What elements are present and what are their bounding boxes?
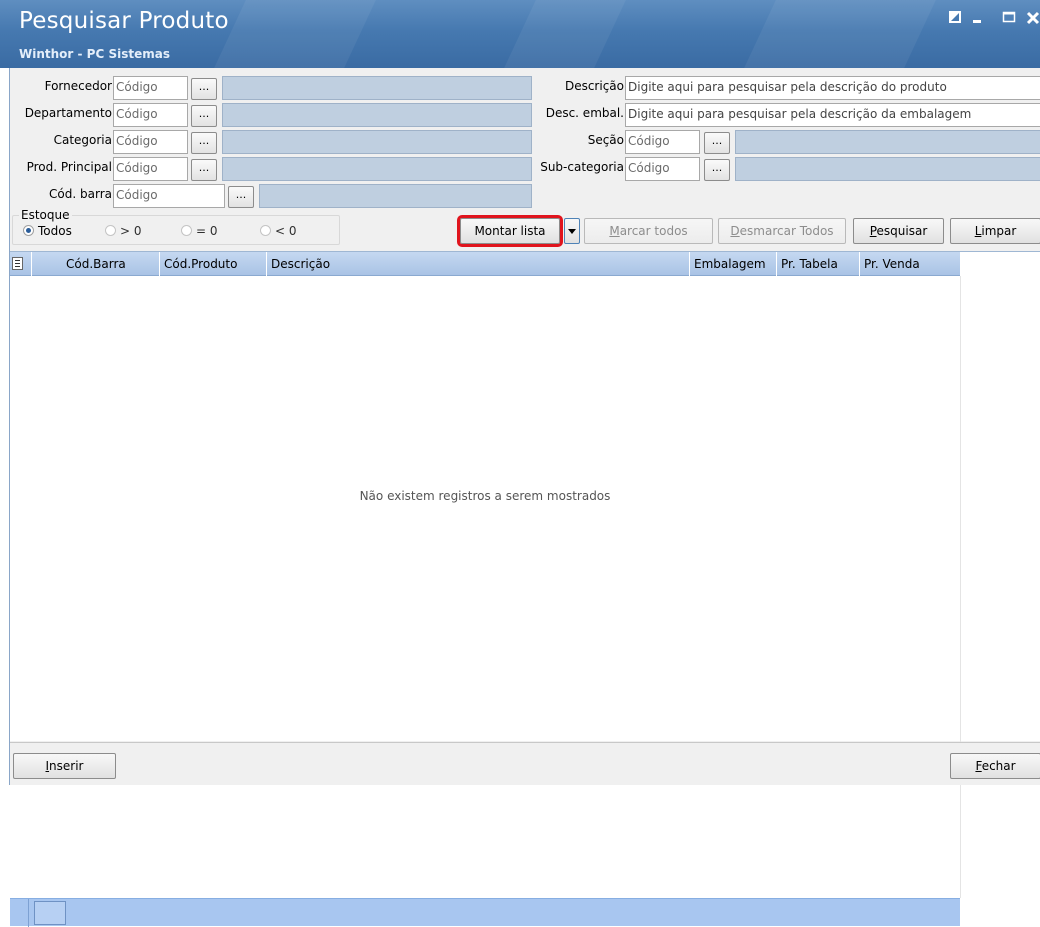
titlebar-decoration [744,0,936,68]
grid-column-chooser[interactable] [10,252,32,276]
radio-icon [105,225,116,236]
title-bar: Pesquisar Produto Winthor - PC Sistemas [0,0,1040,68]
departamento-code-field[interactable]: Código [113,103,188,127]
restore-icon[interactable] [946,10,964,28]
window-subtitle: Winthor - PC Sistemas [19,47,170,61]
prod-principal-description-box [222,157,532,181]
window-title: Pesquisar Produto [19,8,229,34]
desc-embal-search-input[interactable]: Digite aqui para pesquisar pela descriçã… [625,103,1040,127]
radio-selected-icon [23,225,34,236]
estoque-radio-greater-zero[interactable]: > 0 [105,224,142,238]
subcategoria-code-field[interactable]: Código [625,157,700,181]
bottom-bar: Inserir Fechar [10,742,1040,785]
titlebar-decoration [504,0,626,68]
radio-icon [181,225,192,236]
minimize-icon[interactable] [968,10,986,28]
subcategoria-label: Sub-categoria [540,160,624,174]
prod-principal-lookup-button[interactable]: ... [191,159,217,181]
fechar-button[interactable]: Fechar [950,753,1040,779]
grid-divider [960,276,961,898]
montar-lista-button[interactable]: Montar lista [457,215,563,247]
categoria-lookup-button[interactable]: ... [191,132,217,154]
close-icon[interactable] [1024,10,1040,28]
estoque-group: Estoque Todos > 0 = 0 < 0 [12,208,340,245]
fornecedor-label: Fornecedor [44,79,112,93]
estoque-radio-less-zero[interactable]: < 0 [260,224,297,238]
departamento-description-box [222,103,532,127]
desc-embal-label: Desc. embal. [545,106,624,120]
footer-summary-cell [34,901,66,925]
col-embalagem[interactable]: Embalagem [690,252,777,276]
cod-barra-description-box [259,184,532,208]
desmarcar-todos-button[interactable]: Desmarcar Todos [718,218,846,244]
prod-principal-label: Prod. Principal [26,160,112,174]
descricao-label: Descrição [564,79,624,93]
categoria-label: Categoria [53,133,112,147]
col-cod-produto[interactable]: Cód.Produto [160,252,267,276]
marcar-todos-button[interactable]: Marcar todos [584,218,713,244]
descricao-search-input[interactable]: Digite aqui para pesquisar pela descriçã… [625,76,1040,100]
fornecedor-code-field[interactable]: Código [113,76,188,100]
subcategoria-lookup-button[interactable]: ... [704,159,730,181]
titlebar-decoration [214,0,376,68]
products-grid[interactable]: Cód.Barra Cód.Produto Descrição Embalage… [10,251,1040,927]
secao-code-field[interactable]: Código [625,130,700,154]
grid-empty-message: Não existem registros a serem mostrados [359,489,611,503]
subcategoria-description-box [735,157,1040,181]
column-menu-icon[interactable] [12,257,23,270]
limpar-button[interactable]: Limpar [950,218,1040,244]
categoria-code-field[interactable]: Código [113,130,188,154]
fornecedor-lookup-button[interactable]: ... [191,78,217,100]
radio-label: Todos [38,224,72,238]
estoque-title: Estoque [19,208,72,222]
main-window: Fornecedor Código ... Departamento Códig… [9,68,1040,927]
col-pr-tabela[interactable]: Pr. Tabela [777,252,860,276]
departamento-label: Departamento [24,106,112,120]
secao-description-box [735,130,1040,154]
prod-principal-code-field[interactable]: Código [113,157,188,181]
col-pr-venda[interactable]: Pr. Venda [860,252,960,276]
secao-lookup-button[interactable]: ... [704,132,730,154]
col-cod-barra[interactable]: Cód.Barra [62,252,160,276]
radio-label: > 0 [120,224,142,238]
categoria-description-box [222,130,532,154]
estoque-radio-todos[interactable]: Todos [23,224,72,238]
footer-separator [28,899,29,927]
grid-footer [10,898,960,927]
radio-icon [260,225,271,236]
cod-barra-lookup-button[interactable]: ... [228,186,254,208]
inserir-button[interactable]: Inserir [13,753,116,779]
estoque-radio-equal-zero[interactable]: = 0 [181,224,218,238]
maximize-icon[interactable] [1000,10,1018,28]
radio-label: = 0 [196,224,218,238]
cod-barra-label: Cód. barra [49,187,112,201]
pesquisar-button[interactable]: Pesquisar [853,218,944,244]
montar-lista-dropdown-icon[interactable] [564,218,580,244]
cod-barra-code-field[interactable]: Código [113,184,225,208]
departamento-lookup-button[interactable]: ... [191,105,217,127]
col-descricao[interactable]: Descrição [267,252,690,276]
fornecedor-description-box [222,76,532,100]
grid-header: Cód.Barra Cód.Produto Descrição Embalage… [10,252,960,276]
secao-label: Seção [587,133,624,147]
radio-label: < 0 [275,224,297,238]
